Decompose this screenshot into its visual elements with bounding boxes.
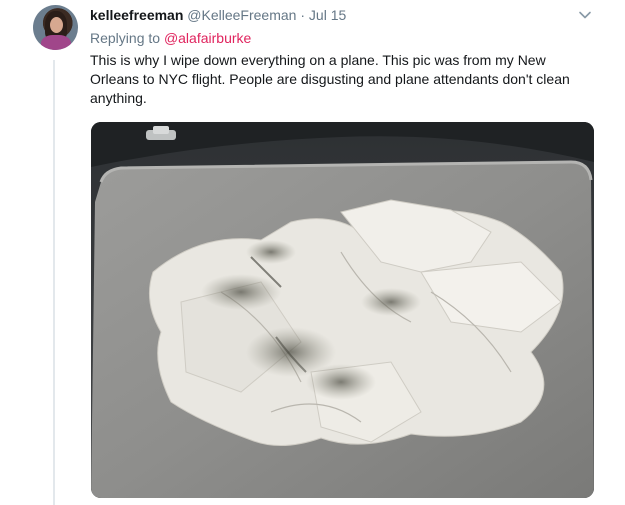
separator: · [300, 7, 306, 23]
display-name[interactable]: kelleefreeman [90, 7, 183, 23]
tweet-header: kelleefreeman @KelleeFreeman · Jul 15 [90, 6, 346, 24]
avatar[interactable] [33, 5, 78, 50]
tray-table-napkins-photo [91, 122, 594, 498]
user-handle[interactable]: @KelleeFreeman [187, 7, 296, 23]
replying-prefix: Replying to [90, 30, 161, 46]
tweet: kelleefreeman @KelleeFreeman · Jul 15 Re… [0, 0, 625, 505]
mention-link[interactable]: @alafairburke [164, 30, 251, 46]
avatar-shirt [41, 35, 71, 50]
chevron-down-icon[interactable] [578, 8, 592, 22]
tweet-date[interactable]: Jul 15 [309, 7, 346, 23]
avatar-face [50, 17, 63, 33]
tweet-text: This is why I wipe down everything on a … [90, 52, 570, 106]
thread-line [53, 60, 55, 505]
tweet-photo[interactable] [91, 122, 594, 498]
replying-to: Replying to @alafairburke [90, 30, 251, 46]
